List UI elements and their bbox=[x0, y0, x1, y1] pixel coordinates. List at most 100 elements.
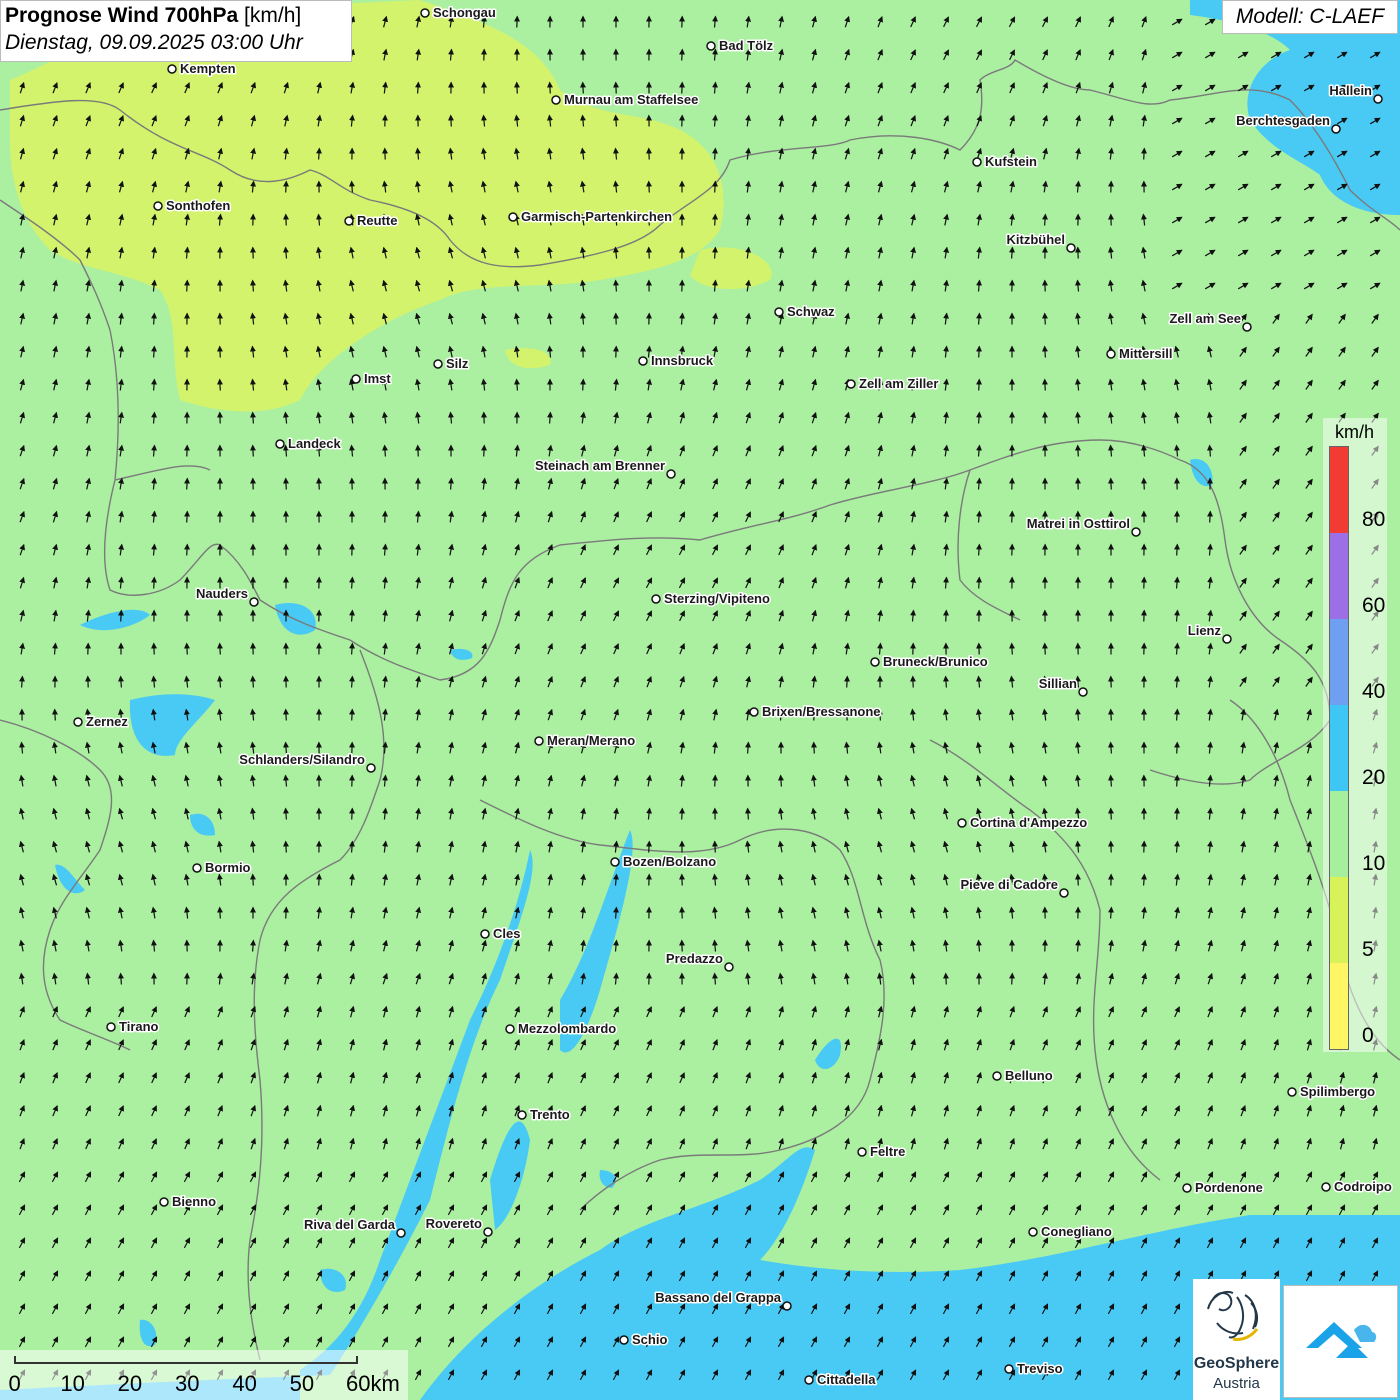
city-label: Cortina d'Ampezzo bbox=[970, 815, 1087, 830]
city-label: Silz bbox=[446, 356, 469, 371]
city-label: Steinach am Brenner bbox=[535, 458, 665, 473]
city-dot bbox=[666, 469, 676, 479]
wind-arrow bbox=[546, 81, 553, 94]
wind-arrow bbox=[216, 345, 223, 358]
wind-arrow bbox=[184, 279, 191, 292]
wind-arrow bbox=[1009, 246, 1016, 259]
wind-arrow bbox=[349, 675, 356, 688]
legend-segment bbox=[1330, 963, 1348, 1049]
scale-label: 60km bbox=[346, 1371, 400, 1396]
wind-arrow bbox=[645, 246, 652, 259]
city-dot bbox=[505, 1024, 515, 1034]
city-dot bbox=[1004, 1364, 1014, 1374]
wind-arrow bbox=[1141, 873, 1148, 886]
city-dot bbox=[1182, 1183, 1192, 1193]
wind-arrow bbox=[349, 840, 356, 853]
city-label: Meran/Merano bbox=[547, 733, 635, 748]
city-label: Schlanders/Silandro bbox=[239, 752, 365, 767]
city-dot bbox=[651, 594, 661, 604]
city-dot bbox=[749, 707, 759, 717]
city-dot bbox=[420, 8, 430, 18]
wind-arrow bbox=[745, 741, 752, 754]
city-dot bbox=[249, 597, 259, 607]
geosphere-logo[interactable]: GeoSphere Austria bbox=[1193, 1279, 1280, 1400]
city-marker[interactable]: Bruneck/Brunico bbox=[870, 653, 989, 671]
city-dot bbox=[275, 439, 285, 449]
city-dot bbox=[957, 818, 967, 828]
wind-arrow bbox=[216, 906, 223, 919]
city-label: Zell am See bbox=[1169, 311, 1241, 326]
wind-arrow bbox=[1008, 642, 1015, 655]
city-label: Mezzolombardo bbox=[518, 1021, 616, 1036]
scale-ticks bbox=[14, 1356, 358, 1364]
city-marker[interactable]: Pordenone bbox=[1182, 1179, 1264, 1197]
scale-label: 50 bbox=[289, 1371, 315, 1396]
city-marker[interactable]: Meran/Merano bbox=[534, 732, 637, 750]
city-marker[interactable]: Spilimbergo bbox=[1287, 1083, 1377, 1101]
city-label: Conegliano bbox=[1041, 1224, 1112, 1239]
map-canvas: Schongau Bad Tölz Kempten Murnau am Staffel… bbox=[0, 0, 1400, 1400]
city-marker[interactable]: Conegliano bbox=[1028, 1223, 1113, 1241]
city-label: Garmisch-Partenkirchen bbox=[521, 209, 672, 224]
wind-arrow bbox=[448, 477, 455, 490]
city-marker[interactable]: Innsbruck bbox=[638, 352, 715, 370]
city-marker[interactable]: Brixen/Bressanone bbox=[749, 703, 882, 721]
wind-arrow bbox=[282, 807, 289, 820]
city-label: Kitzbühel bbox=[1007, 232, 1066, 247]
wind-arrow bbox=[1206, 444, 1213, 457]
model-label: Modell: C-LAEF bbox=[1222, 0, 1398, 34]
city-dot bbox=[1131, 527, 1141, 537]
wind-arrow bbox=[942, 972, 949, 985]
wind-arrow bbox=[1107, 774, 1114, 787]
city-dot bbox=[351, 374, 361, 384]
city-dot bbox=[1222, 634, 1232, 644]
wind-arrow bbox=[612, 114, 619, 127]
city-marker[interactable]: Zell am Ziller bbox=[846, 375, 940, 393]
city-marker[interactable]: Mezzolombardo bbox=[505, 1020, 618, 1038]
city-label: Rovereto bbox=[426, 1216, 482, 1231]
city-marker[interactable]: Garmisch-Partenkirchen bbox=[508, 208, 674, 226]
city-marker[interactable]: Murnau am Staffelsee bbox=[551, 91, 700, 109]
city-dot bbox=[366, 763, 376, 773]
wind-arrow bbox=[1074, 444, 1081, 457]
city-marker[interactable]: Cortina d'Ampezzo bbox=[957, 814, 1089, 832]
city-dot bbox=[619, 1335, 629, 1345]
legend-tick-label: 0 bbox=[1362, 1024, 1374, 1047]
brand-logo[interactable] bbox=[1283, 1285, 1398, 1398]
wind-arrow bbox=[513, 378, 520, 391]
city-dot bbox=[870, 657, 880, 667]
city-label: Schwaz bbox=[787, 304, 835, 319]
city-label: Imst bbox=[364, 371, 391, 386]
wind-arrow bbox=[349, 708, 356, 721]
legend-tick-label: 5 bbox=[1362, 938, 1374, 961]
wind-arrow bbox=[711, 972, 718, 985]
wind-arrow bbox=[712, 147, 719, 160]
city-dot bbox=[706, 41, 716, 51]
city-marker[interactable]: Sonthofen bbox=[153, 197, 232, 215]
city-dot bbox=[433, 359, 443, 369]
wind-arrow bbox=[712, 246, 719, 259]
wind-arrow bbox=[1041, 378, 1048, 391]
wind-arrow bbox=[349, 609, 356, 622]
city-marker[interactable]: Sterzing/Vipiteno bbox=[651, 590, 771, 608]
wind-arrow bbox=[283, 180, 290, 193]
geosphere-logo-icon bbox=[1207, 1291, 1259, 1341]
logo-sub: Austria bbox=[1213, 1375, 1260, 1392]
wind-arrow bbox=[349, 807, 356, 820]
city-label: Brixen/Bressanone bbox=[762, 704, 881, 719]
wind-arrow bbox=[1141, 147, 1148, 160]
wind-arrow bbox=[381, 444, 388, 457]
city-dot bbox=[73, 717, 83, 727]
city-dot bbox=[1066, 243, 1076, 253]
wind-arrow bbox=[976, 576, 983, 589]
wind-arrow bbox=[712, 213, 719, 226]
city-dot bbox=[846, 379, 856, 389]
wind-arrow bbox=[976, 411, 983, 424]
city-marker[interactable]: Bozen/Bolzano bbox=[610, 853, 718, 871]
city-label: Bruneck/Brunico bbox=[883, 654, 988, 669]
legend-tick-label: 10 bbox=[1362, 852, 1386, 875]
city-dot bbox=[638, 356, 648, 366]
city-label: Kufstein bbox=[985, 154, 1037, 169]
city-marker[interactable]: Schongau bbox=[420, 4, 497, 22]
city-dot bbox=[480, 929, 490, 939]
